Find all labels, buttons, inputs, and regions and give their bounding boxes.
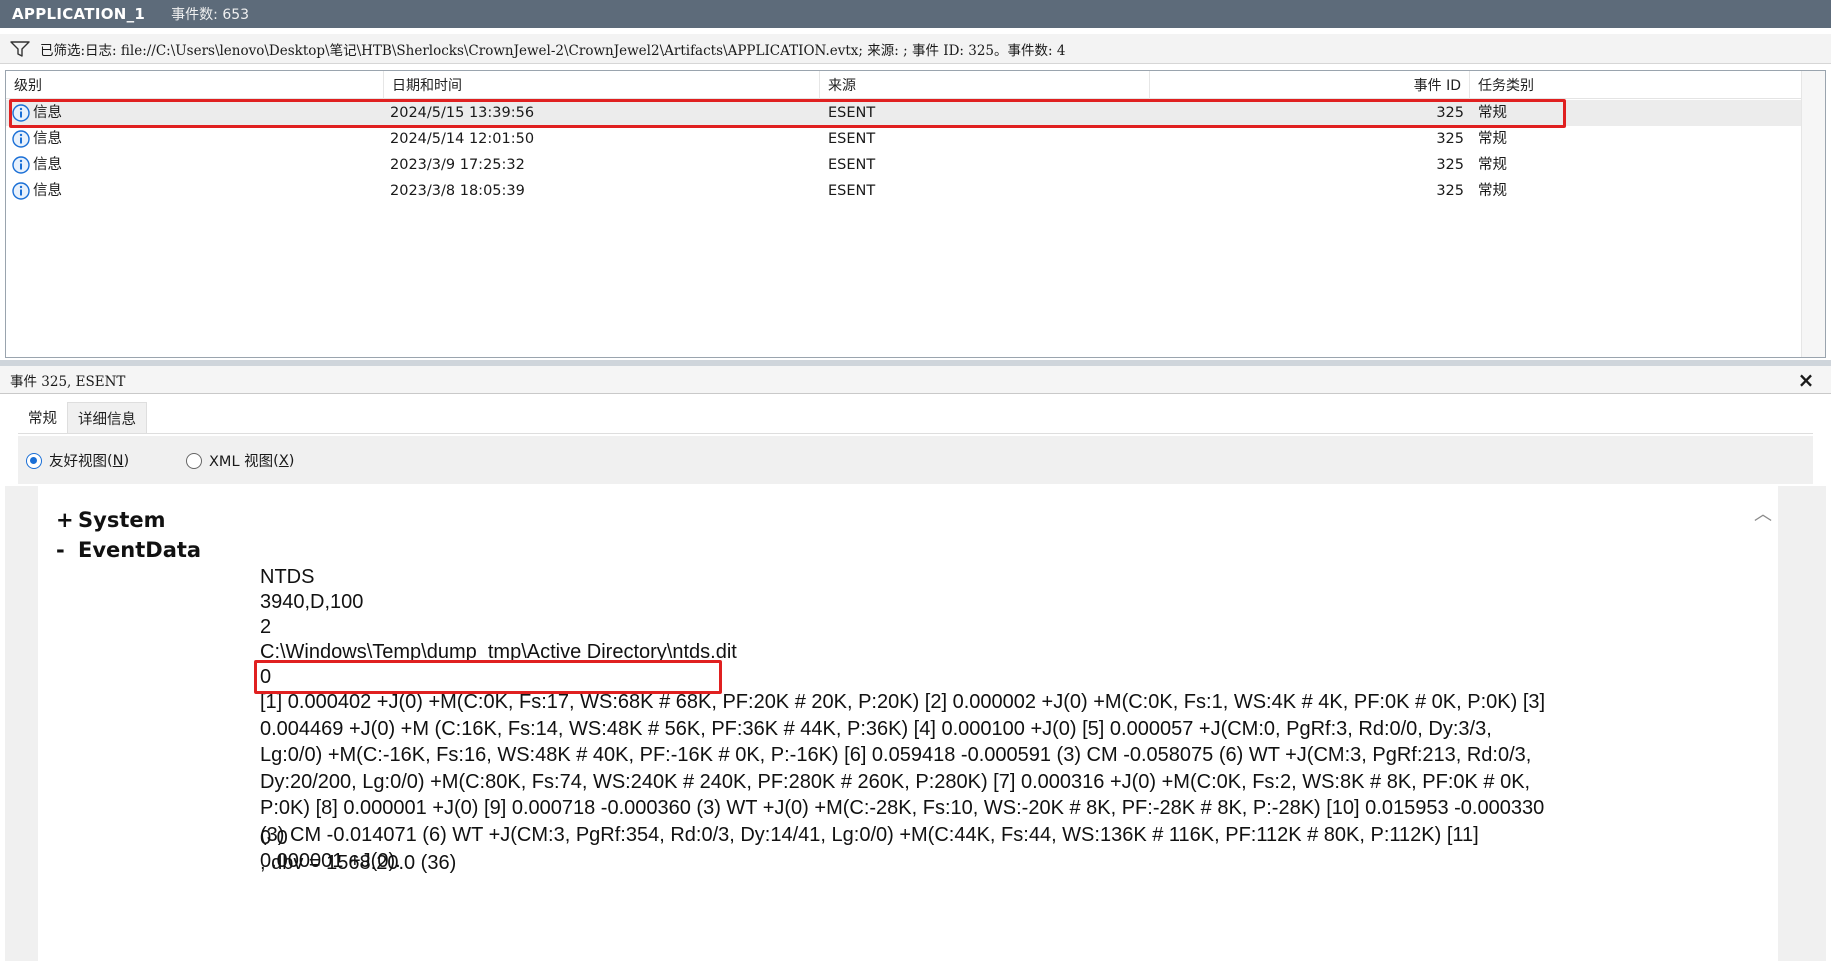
friendly-view-accesskey: N <box>112 452 124 469</box>
tab-general[interactable]: 常规 <box>18 402 67 434</box>
system-label: System <box>78 508 166 532</box>
info-icon <box>12 104 30 122</box>
event-id-cell: 325 <box>1436 131 1464 147</box>
source-cell: ESENT <box>828 105 876 121</box>
datetime-cell: 2024/5/15 13:39:56 <box>390 105 535 121</box>
filter-description: 已筛选:日志: file://C:\Users\lenovo\Desktop\笔… <box>40 42 1066 59</box>
event-id-cell: 325 <box>1436 157 1464 173</box>
event-detail-header: 事件 325, ESENT × <box>0 366 1831 394</box>
eventdata-label: EventData <box>78 538 202 562</box>
ntds-path-value: C:\Windows\Temp\dump_tmp\Active Director… <box>260 641 737 663</box>
detail-tabs: 常规 详细信息 <box>18 402 147 434</box>
source-cell: ESENT <box>828 183 876 199</box>
tab-details[interactable]: 详细信息 <box>67 402 147 434</box>
close-icon[interactable]: × <box>1795 368 1817 392</box>
level-cell: 信息 <box>12 126 62 152</box>
level-label: 信息 <box>33 131 62 147</box>
level-label: 信息 <box>33 157 62 173</box>
xml-view-radio[interactable]: XML 视图(X) <box>186 450 294 471</box>
info-icon <box>12 156 30 174</box>
radio-unselected-icon <box>186 452 202 469</box>
expand-icon[interactable]: + <box>56 508 78 532</box>
level-cell: 信息 <box>12 100 62 126</box>
source-cell: ESENT <box>828 157 876 173</box>
log-title: APPLICATION_1 <box>12 5 146 23</box>
column-event-id[interactable]: 事件 ID <box>1150 71 1470 99</box>
table-header: 级别 日期和时间 来源 事件 ID 任务类别 <box>6 71 1825 99</box>
category-cell: 常规 <box>1478 183 1507 199</box>
eventdata-value-3: 2 <box>260 616 272 638</box>
eventdata-value-5: 0 <box>260 666 272 688</box>
filter-bar: 已筛选:日志: file://C:\Users\lenovo\Desktop\笔… <box>0 34 1831 64</box>
table-scrollbar[interactable] <box>1801 71 1825 357</box>
column-task-category[interactable]: 任务类别 <box>1470 71 1790 99</box>
category-cell: 常规 <box>1478 105 1507 121</box>
info-icon <box>12 182 30 200</box>
eventdata-value-1: NTDS <box>260 566 315 588</box>
level-cell: 信息 <box>12 152 62 178</box>
column-datetime[interactable]: 日期和时间 <box>384 71 820 99</box>
window-titlebar: APPLICATION_1 事件数: 653 <box>0 0 1831 28</box>
datetime-cell: 2023/3/9 17:25:32 <box>390 157 525 173</box>
radio-selected-icon <box>26 452 42 469</box>
friendly-view-label: 友好视图 <box>49 454 107 470</box>
event-detail-title: 事件 325, ESENT <box>10 373 126 390</box>
eventdata-perf-trace: [1] 0.000402 +J(0) +M(C:0K, Fs:17, WS:68… <box>260 691 1546 872</box>
level-label: 信息 <box>33 105 62 121</box>
category-cell: 常规 <box>1478 131 1507 147</box>
level-label: 信息 <box>33 183 62 199</box>
event-count: 事件数: 653 <box>171 7 250 23</box>
tab-divider <box>18 433 1813 434</box>
eventdata-value-7: 0 0 <box>260 827 288 849</box>
datetime-cell: 2023/3/8 18:05:39 <box>390 183 525 199</box>
column-source[interactable]: 来源 <box>820 71 1150 99</box>
event-id-cell: 325 <box>1436 105 1464 121</box>
table-row[interactable]: 信息 2024/5/14 12:01:50 ESENT 325 常规 <box>6 126 1801 152</box>
system-node[interactable]: + System <box>56 508 165 532</box>
level-cell: 信息 <box>12 178 62 204</box>
filter-icon <box>0 34 40 64</box>
event-id-cell: 325 <box>1436 183 1464 199</box>
source-cell: ESENT <box>828 131 876 147</box>
event-detail-body: ︿ + System - EventData NTDS 3940,D,100 2 C… <box>38 486 1778 961</box>
table-row[interactable]: 信息 2023/3/9 17:25:32 ESENT 325 常规 <box>6 152 1801 178</box>
events-table: 级别 日期和时间 来源 事件 ID 任务类别 信息 2024/5/15 13:3… <box>5 70 1826 358</box>
xml-view-accesskey: X <box>278 452 289 469</box>
view-options: 友好视图(N) XML 视图(X) <box>18 436 1813 484</box>
xml-view-label: XML 视图 <box>209 454 274 470</box>
eventdata-dbv-value: , dbv = 1568.20.0 (36) <box>260 852 457 874</box>
table-row[interactable]: 信息 2024/5/15 13:39:56 ESENT 325 常规 <box>6 100 1801 126</box>
eventdata-value-2: 3940,D,100 <box>260 591 364 613</box>
collapse-icon[interactable]: - <box>56 538 78 562</box>
friendly-view-radio[interactable]: 友好视图(N) <box>26 450 129 471</box>
chevron-up-icon[interactable]: ︿ <box>1754 500 1772 526</box>
datetime-cell: 2024/5/14 12:01:50 <box>390 131 535 147</box>
column-level[interactable]: 级别 <box>6 71 384 99</box>
table-row[interactable]: 信息 2023/3/8 18:05:39 ESENT 325 常规 <box>6 178 1801 204</box>
eventdata-node[interactable]: - EventData <box>56 538 201 562</box>
info-icon <box>12 130 30 148</box>
category-cell: 常规 <box>1478 157 1507 173</box>
